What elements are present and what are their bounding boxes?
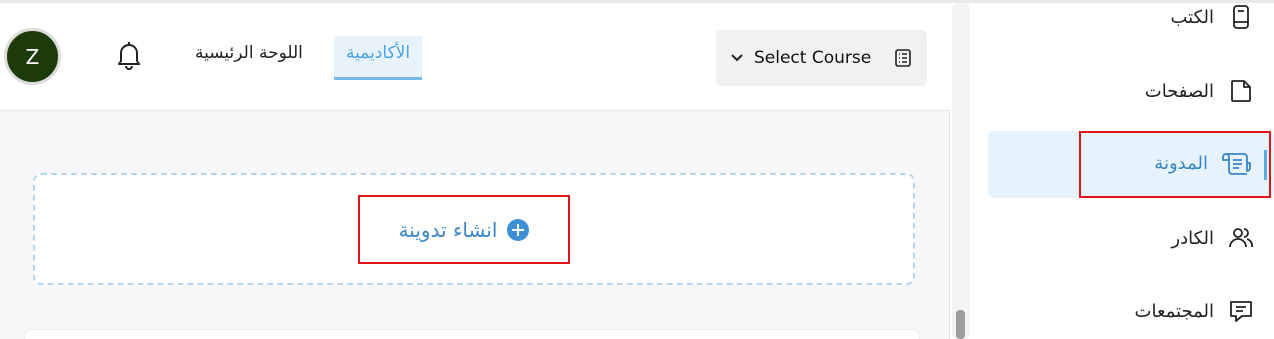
highlight-box bbox=[1079, 131, 1271, 198]
avatar[interactable]: Z bbox=[4, 28, 61, 85]
avatar-letter: Z bbox=[25, 44, 40, 69]
course-select[interactable]: Select Course bbox=[716, 30, 927, 86]
sidebar-item-label: الكتب bbox=[1170, 6, 1214, 28]
nav-academy-label: الأكاديمية bbox=[346, 43, 411, 63]
top-header: Z اللوحة الرئيسية الأكاديمية Select Cour… bbox=[0, 3, 950, 111]
create-post-label: انشاء تدوينة bbox=[398, 217, 498, 242]
page-icon bbox=[1231, 80, 1251, 102]
sidebar-item-label: الكادر bbox=[1171, 227, 1214, 249]
bell-icon[interactable] bbox=[115, 39, 143, 71]
chat-icon bbox=[1230, 301, 1252, 322]
sidebar-item-staff[interactable]: الكادر bbox=[1171, 225, 1254, 251]
course-select-label: Select Course bbox=[754, 48, 872, 68]
document-list-icon bbox=[895, 49, 911, 67]
plus-circle-icon bbox=[507, 218, 530, 241]
users-icon bbox=[1229, 228, 1253, 248]
scrollbar-track[interactable] bbox=[952, 3, 970, 339]
create-post-button[interactable]: انشاء تدوينة bbox=[358, 195, 570, 264]
scrollbar-thumb[interactable] bbox=[956, 310, 965, 339]
book-icon bbox=[1233, 5, 1249, 29]
chevron-down-icon bbox=[731, 54, 743, 62]
sidebar-item-communities[interactable]: المجتمعات bbox=[1135, 298, 1254, 324]
sidebar-item-books[interactable]: الكتب bbox=[1170, 4, 1254, 30]
nav-home[interactable]: اللوحة الرئيسية bbox=[195, 43, 303, 63]
sidebar-item-pages[interactable]: الصفحات bbox=[1145, 78, 1254, 104]
main-area: Z اللوحة الرئيسية الأكاديمية Select Cour… bbox=[0, 3, 950, 339]
nav-academy[interactable]: الأكاديمية bbox=[334, 36, 423, 80]
sidebar-item-label: الصفحات bbox=[1144, 80, 1214, 102]
sidebar-item-label: المجتمعات bbox=[1134, 300, 1214, 322]
content-card bbox=[24, 329, 920, 339]
